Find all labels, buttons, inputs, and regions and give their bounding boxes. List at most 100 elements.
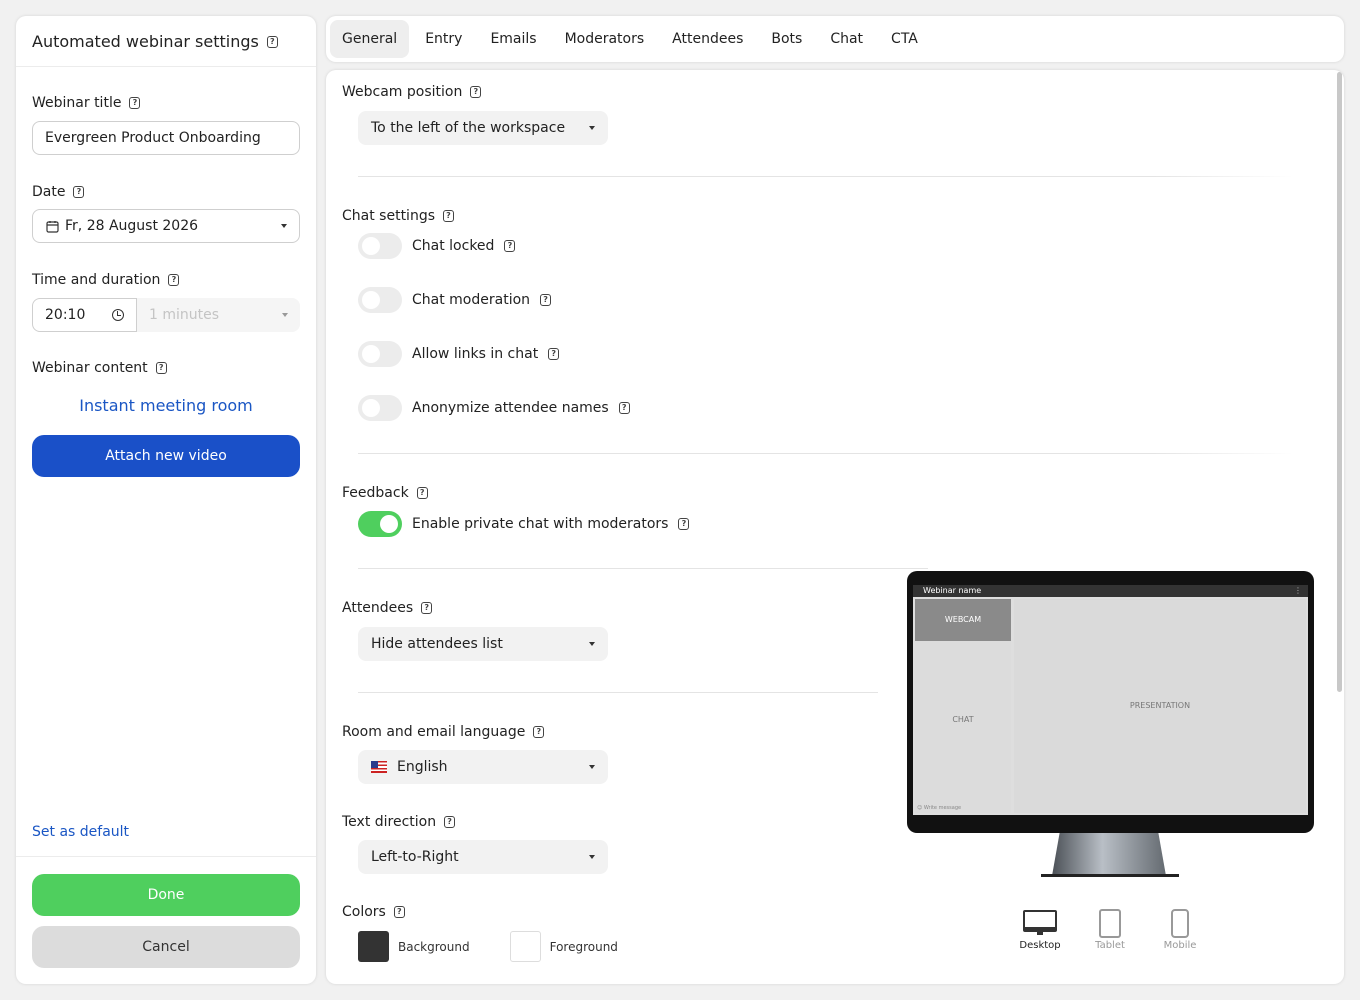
divider (16, 856, 316, 857)
preview-title-bar: Webinar name ⋮ (913, 585, 1308, 597)
private-chat-toggle[interactable] (358, 511, 402, 537)
device-tablet[interactable]: Tablet (1075, 906, 1145, 951)
webcam-position-value: To the left of the workspace (371, 120, 566, 136)
cancel-button[interactable]: Cancel (32, 926, 300, 968)
divider (358, 176, 1293, 177)
webcam-position-label-text: Webcam position (342, 84, 463, 100)
help-icon[interactable]: ? (168, 274, 180, 286)
monitor-stand-base (1041, 874, 1179, 877)
us-flag-icon (371, 761, 387, 773)
foreground-color-swatch[interactable] (509, 931, 541, 962)
tab-entry[interactable]: Entry (413, 20, 474, 58)
time-value: 20:10 (45, 307, 86, 323)
tab-chat[interactable]: Chat (818, 20, 875, 58)
tab-general[interactable]: General (330, 20, 410, 58)
instant-meeting-room-link[interactable]: Instant meeting room (32, 396, 300, 415)
webcam-position-label: Webcam position ? (342, 84, 482, 100)
help-icon[interactable]: ? (548, 348, 560, 360)
device-mobile[interactable]: Mobile (1145, 906, 1215, 951)
help-icon[interactable]: ? (416, 487, 428, 499)
attendees-select[interactable]: Hide attendees list (358, 627, 608, 661)
date-picker[interactable]: Fr, 28 August 2026 (32, 209, 300, 243)
anonymize-names-toggle[interactable] (358, 395, 402, 421)
preview-chat-text: CHAT (952, 715, 974, 724)
foreground-color-label: Foreground (549, 939, 618, 954)
chat-settings-label: Chat settings ? (342, 208, 454, 224)
help-icon[interactable]: ? (155, 362, 167, 374)
tablet-icon (1099, 908, 1121, 938)
settings-sidebar: Automated webinar settings ? Webinar tit… (16, 16, 316, 984)
desktop-icon (1023, 910, 1057, 935)
tab-attendees[interactable]: Attendees (660, 20, 755, 58)
webinar-content-label: Webinar content ? (32, 360, 167, 376)
text-direction-label: Text direction ? (342, 814, 456, 830)
time-duration-row: 20:10 1 minutes (32, 298, 300, 332)
tab-emails[interactable]: Emails (478, 20, 548, 58)
help-icon[interactable]: ? (533, 726, 545, 738)
language-select[interactable]: English (358, 750, 608, 784)
done-button[interactable]: Done (32, 874, 300, 916)
duration-select[interactable]: 1 minutes (137, 298, 300, 332)
help-icon[interactable]: ? (421, 602, 433, 614)
webinar-title-label: Webinar title ? (32, 95, 141, 111)
time-input[interactable]: 20:10 (32, 298, 137, 332)
feedback-label: Feedback ? (342, 485, 428, 501)
chat-moderation-label: Chat moderation (412, 292, 531, 308)
help-icon[interactable]: ? (540, 294, 552, 306)
background-color-label: Background (398, 939, 470, 954)
color-swatches: Background Foreground (358, 931, 618, 962)
tab-moderators[interactable]: Moderators (553, 20, 657, 58)
help-icon[interactable]: ? (470, 86, 482, 98)
divider (358, 568, 928, 569)
language-label-text: Room and email language (342, 724, 526, 740)
device-mobile-label: Mobile (1163, 940, 1197, 951)
preview-screen: Webinar name ⋮ WEBCAM CHAT ☺ Write messa… (913, 585, 1308, 815)
device-desktop[interactable]: Desktop (1005, 906, 1075, 951)
chat-locked-toggle[interactable] (358, 233, 402, 259)
chat-settings-label-text: Chat settings (342, 208, 435, 224)
webinar-title-input[interactable]: Evergreen Product Onboarding (32, 121, 300, 155)
feedback-label-text: Feedback (342, 485, 409, 501)
attach-video-button[interactable]: Attach new video (32, 435, 300, 477)
chat-moderation-row: Chat moderation ? (358, 287, 552, 313)
divider (358, 453, 1293, 454)
colors-label: Colors ? (342, 904, 405, 920)
sidebar-title: Automated webinar settings ? (32, 32, 278, 51)
preview-write-message-text: Write message (923, 805, 962, 811)
help-icon[interactable]: ? (444, 816, 456, 828)
attendees-value: Hide attendees list (371, 636, 503, 652)
text-direction-select[interactable]: Left-to-Right (358, 840, 608, 874)
monitor-stand (1051, 833, 1167, 877)
date-label: Date ? (32, 184, 85, 200)
allow-links-label: Allow links in chat (412, 346, 539, 362)
webinar-title-label-text: Webinar title (32, 95, 122, 111)
tab-bots[interactable]: Bots (759, 20, 814, 58)
preview-write-message: ☺ Write message (917, 805, 962, 811)
help-icon[interactable]: ? (618, 402, 630, 414)
help-icon[interactable]: ? (393, 906, 405, 918)
background-color-swatch[interactable] (358, 931, 389, 962)
help-icon[interactable]: ? (73, 186, 85, 198)
scrollbar-thumb[interactable] (1337, 72, 1342, 692)
help-icon[interactable]: ? (678, 518, 690, 530)
help-icon[interactable]: ? (443, 210, 454, 222)
device-switcher: Desktop Tablet Mobile (1005, 906, 1215, 951)
menu-dots-icon: ⋮ (1294, 586, 1302, 595)
webcam-position-select[interactable]: To the left of the workspace (358, 111, 608, 145)
help-icon[interactable]: ? (504, 240, 516, 252)
help-icon[interactable]: ? (129, 97, 141, 109)
anonymize-names-row: Anonymize attendee names ? (358, 395, 630, 421)
room-preview-monitor: Webinar name ⋮ WEBCAM CHAT ☺ Write messa… (907, 571, 1314, 833)
tab-cta[interactable]: CTA (879, 20, 930, 58)
text-direction-value: Left-to-Right (371, 849, 459, 865)
divider (358, 692, 878, 693)
tab-bar: General Entry Emails Moderators Attendee… (326, 16, 1344, 62)
date-value: Fr, 28 August 2026 (65, 218, 199, 234)
general-settings-panel: Webcam position ? To the left of the wor… (326, 70, 1344, 984)
set-default-link[interactable]: Set as default (32, 824, 129, 840)
allow-links-toggle[interactable] (358, 341, 402, 367)
time-duration-label-text: Time and duration (32, 272, 161, 288)
device-tablet-label: Tablet (1095, 940, 1125, 951)
chat-moderation-toggle[interactable] (358, 287, 402, 313)
help-icon[interactable]: ? (266, 35, 278, 48)
